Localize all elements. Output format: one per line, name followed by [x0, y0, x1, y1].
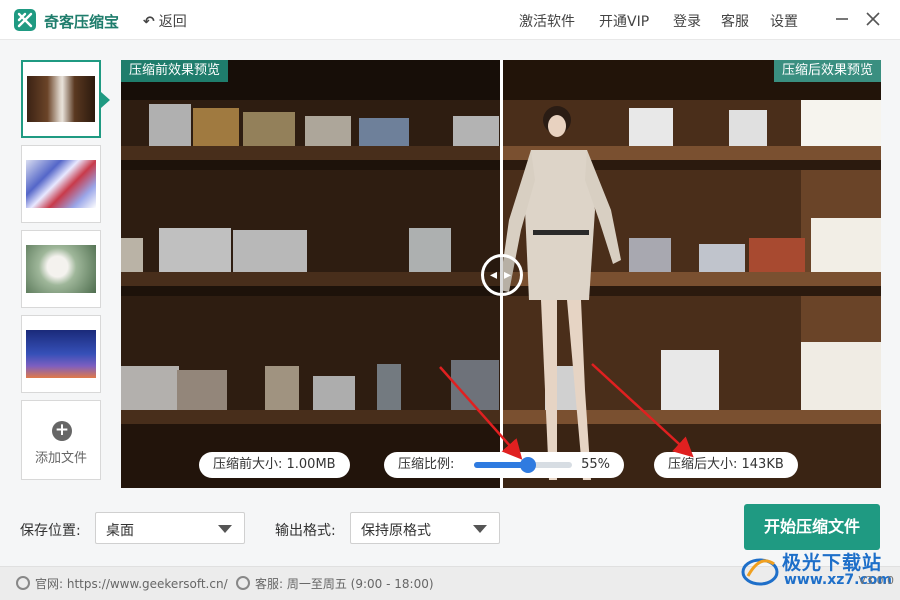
thumbnail-1[interactable]: [21, 60, 101, 138]
back-label: 返回: [158, 14, 187, 30]
thumbnail-2[interactable]: [21, 145, 101, 223]
watermark-name: 极光下载站: [782, 552, 883, 574]
save-location-label: 保存位置:: [20, 523, 81, 539]
menu-login[interactable]: 登录: [673, 11, 701, 31]
compare-drag-handle-icon[interactable]: ◂ ▸: [481, 254, 523, 296]
thumbnail-image: [27, 76, 95, 122]
ratio-control: 压缩比例: 55%: [384, 452, 624, 478]
back-arrow-icon: ↶: [143, 14, 155, 30]
website-link[interactable]: 官网: https://www.geekersoft.cn/: [16, 575, 228, 592]
chevron-down-icon: [218, 525, 232, 533]
after-preview-image: [501, 60, 881, 488]
output-format-value: 保持原格式: [361, 523, 431, 539]
menu-service[interactable]: 客服: [721, 11, 749, 31]
add-file-label: 添加文件: [34, 451, 87, 466]
thumbnail-4[interactable]: [21, 315, 101, 393]
app-name: 奇客压缩宝: [44, 13, 120, 31]
menu-activate[interactable]: 激活软件: [519, 11, 575, 31]
headset-icon: [236, 576, 250, 590]
minimize-icon[interactable]: [833, 10, 851, 28]
thumbnail-image: [26, 245, 96, 293]
selected-pointer-icon: [101, 92, 110, 108]
before-size-badge: 压缩前大小: 1.00MB: [199, 452, 350, 478]
thumbnail-3[interactable]: [21, 230, 101, 308]
preview-area: 压缩前效果预览 压缩后效果预览 ◂ ▸ 压缩前大小: 1.00MB 压缩比例: 5…: [121, 60, 881, 488]
after-size-badge: 压缩后大小: 143KB: [654, 452, 798, 478]
ratio-value: 55%: [581, 457, 610, 472]
service-hours: 客服: 周一至周五 (9:00 - 18:00): [236, 575, 434, 592]
globe-icon: [16, 576, 30, 590]
save-location-value: 桌面: [106, 523, 134, 539]
save-location-select[interactable]: 桌面: [95, 512, 245, 544]
service-text: 客服: 周一至周五 (9:00 - 18:00): [255, 577, 434, 591]
menu-settings[interactable]: 设置: [770, 11, 798, 31]
before-preview-image: [121, 60, 501, 488]
output-format-label: 输出格式:: [275, 523, 336, 539]
add-file-button[interactable]: + 添加文件: [21, 400, 101, 480]
before-preview-tag: 压缩前效果预览: [121, 60, 229, 82]
thumbnail-image: [26, 330, 96, 378]
app-logo-icon: [14, 9, 36, 31]
plus-icon: +: [52, 421, 72, 441]
start-compress-button[interactable]: 开始压缩文件: [744, 504, 880, 550]
watermark: 极光下载站 www.xz7.com V3.0.0: [738, 548, 898, 596]
website-text: 官网: https://www.geekersoft.cn/: [35, 577, 228, 591]
ratio-slider[interactable]: [474, 457, 572, 473]
title-bar: 奇客压缩宝 ↶ 返回 激活软件 开通VIP 登录 客服 设置: [0, 0, 900, 40]
chevron-down-icon: [473, 525, 487, 533]
version-label: V3.0.0: [858, 574, 894, 587]
thumbnail-image: [26, 160, 96, 208]
ratio-label: 压缩比例:: [398, 457, 455, 472]
ratio-slider-knob[interactable]: [519, 457, 536, 473]
after-preview-tag: 压缩后效果预览: [773, 60, 881, 82]
back-button[interactable]: ↶ 返回: [143, 11, 187, 31]
menu-vip[interactable]: 开通VIP: [599, 11, 649, 31]
output-format-select[interactable]: 保持原格式: [350, 512, 500, 544]
close-icon[interactable]: [864, 10, 882, 28]
watermark-logo-icon: [741, 558, 779, 586]
